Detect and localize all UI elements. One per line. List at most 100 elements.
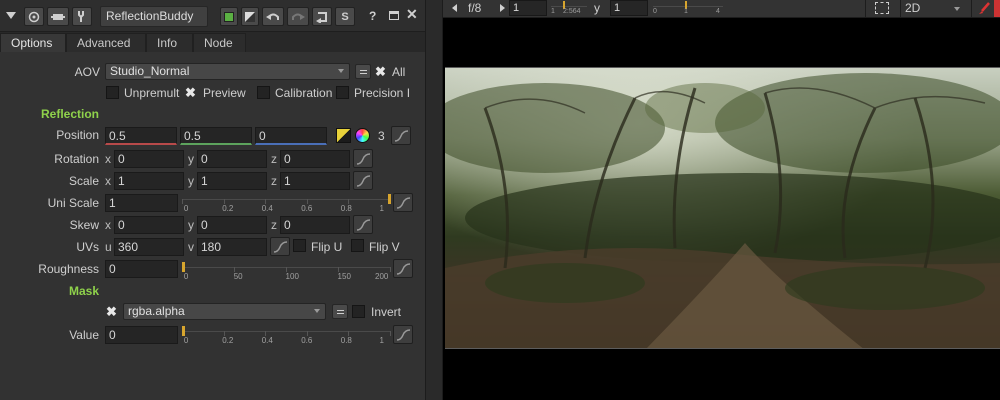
uni-scale-label: Uni Scale xyxy=(47,196,99,210)
roi-icon[interactable] xyxy=(875,2,889,14)
aov-link-button[interactable] xyxy=(355,64,371,79)
slider-knob[interactable] xyxy=(182,326,185,336)
toolbar-separator xyxy=(971,0,972,18)
tab-node[interactable]: Node xyxy=(193,33,246,52)
help-button[interactable]: ? xyxy=(369,9,376,23)
skew-curve-button[interactable] xyxy=(353,215,373,234)
s-button[interactable]: S xyxy=(335,7,355,26)
uvs-u-axis: u xyxy=(105,240,112,254)
close-icon[interactable]: ✕ xyxy=(406,6,418,23)
viewer-panel: f/8 1 1 2:564 y 1 0 1 4 2D xyxy=(443,0,1000,400)
tab-bar: Options Advanced Info Node xyxy=(0,32,425,52)
skew-z-field[interactable]: 0 xyxy=(280,216,350,234)
uni-scale-field[interactable]: 1 xyxy=(105,194,178,212)
tab-options[interactable]: Options xyxy=(0,33,66,52)
gain-field[interactable]: 1 xyxy=(509,0,547,16)
position-z-field[interactable]: 0 xyxy=(255,127,327,145)
collapse-arrow-icon[interactable] xyxy=(6,12,16,19)
mask-value-slider[interactable]: 0 0.2 0.4 0.6 0.8 1 xyxy=(182,326,391,346)
viewer-menu-grip-icon[interactable] xyxy=(994,0,1000,17)
position-label: Position xyxy=(56,128,99,142)
node-name-field[interactable]: ReflectionBuddy xyxy=(100,6,208,27)
mask-link-button[interactable] xyxy=(332,304,348,319)
scale-y-field[interactable]: 1 xyxy=(197,172,267,190)
toolbar-separator xyxy=(865,0,866,18)
curve-icon xyxy=(356,175,371,187)
roughness-field[interactable]: 0 xyxy=(105,260,178,278)
slider-knob[interactable] xyxy=(182,262,185,272)
gamma-field[interactable]: 1 xyxy=(610,0,648,16)
mask-enable-x-icon[interactable]: ✖ xyxy=(106,305,117,318)
invert-checkbox[interactable] xyxy=(352,305,365,318)
uni-scale-curve-button[interactable] xyxy=(393,193,413,212)
skew-y-field[interactable]: 0 xyxy=(197,216,267,234)
label-color-button[interactable] xyxy=(241,7,259,26)
flip-u-checkbox[interactable] xyxy=(293,239,306,252)
preview-checkbox-x-icon[interactable]: ✖ xyxy=(185,86,196,99)
center-node-button[interactable] xyxy=(24,7,44,26)
tab-advanced[interactable]: Advanced xyxy=(66,33,146,52)
uvs-u-field[interactable]: 360 xyxy=(114,238,184,256)
flip-v-checkbox[interactable] xyxy=(351,239,364,252)
curve-icon xyxy=(396,197,411,209)
fstop-left-arrow-icon[interactable] xyxy=(452,4,457,12)
invert-label: Invert xyxy=(371,305,402,319)
unpremult-checkbox[interactable] xyxy=(106,86,119,99)
skew-x-axis: x xyxy=(105,218,111,232)
curve-icon xyxy=(273,241,288,253)
panel-splitter[interactable] xyxy=(425,0,443,400)
roughness-slider[interactable]: 0 50 100 150 200 xyxy=(182,262,391,282)
scale-x-field[interactable]: 1 xyxy=(114,172,184,190)
redo-button[interactable] xyxy=(287,7,309,26)
chevron-down-icon xyxy=(338,69,344,73)
calibration-checkbox[interactable] xyxy=(257,86,270,99)
scale-x-axis: x xyxy=(105,174,111,188)
curve-icon xyxy=(394,130,409,142)
color-picker-icon[interactable] xyxy=(336,128,351,143)
roughness-curve-button[interactable] xyxy=(393,259,413,278)
fstop-label[interactable]: f/8 xyxy=(468,1,481,15)
mask-value-field[interactable]: 0 xyxy=(105,326,178,344)
uni-scale-slider[interactable]: 0 0.2 0.4 0.6 0.8 1 xyxy=(182,194,391,214)
rotation-y-field[interactable]: 0 xyxy=(197,150,267,168)
slider-tick-label: 200 xyxy=(374,272,389,281)
uvs-curve-button[interactable] xyxy=(270,237,290,256)
view-mode-dropdown[interactable]: 2D xyxy=(900,0,966,17)
mask-channel-dropdown[interactable]: rgba.alpha xyxy=(123,303,326,320)
y-slider[interactable]: 0 1 4 xyxy=(653,0,723,17)
uvs-v-field[interactable]: 180 xyxy=(197,238,267,256)
rotation-x-field[interactable]: 0 xyxy=(114,150,184,168)
float-window-icon[interactable] xyxy=(389,11,399,20)
position-x-field[interactable]: 0.5 xyxy=(105,127,177,145)
position-curve-button[interactable] xyxy=(391,126,411,145)
viewer-toolbar: f/8 1 1 2:564 y 1 0 1 4 2D xyxy=(443,0,1000,18)
wrench-button[interactable] xyxy=(72,7,92,26)
rotation-curve-button[interactable] xyxy=(353,149,373,168)
revert-button[interactable] xyxy=(312,7,332,26)
color-wheel-icon[interactable] xyxy=(355,128,370,143)
position-y-field[interactable]: 0.5 xyxy=(180,127,252,145)
mask-value-curve-button[interactable] xyxy=(393,325,413,344)
slider-tick-label: 0 xyxy=(653,8,657,15)
slider-tick-label: 50 xyxy=(233,272,243,281)
fstop-right-arrow-icon[interactable] xyxy=(500,4,505,12)
tab-info[interactable]: Info xyxy=(146,33,193,52)
skew-x-field[interactable]: 0 xyxy=(114,216,184,234)
precision-checkbox[interactable] xyxy=(336,86,349,99)
node-color-button[interactable] xyxy=(220,7,238,26)
slider-tick-label: 0.4 xyxy=(261,336,273,345)
view-mode-value: 2D xyxy=(905,1,921,15)
precision-label: Precision I xyxy=(354,86,411,100)
rotation-z-field[interactable]: 0 xyxy=(280,150,350,168)
scale-z-field[interactable]: 1 xyxy=(280,172,350,190)
preview-label: Preview xyxy=(203,86,246,100)
all-checkbox-x-icon[interactable]: ✖ xyxy=(375,65,386,78)
paint-brush-icon[interactable] xyxy=(978,2,990,15)
float-panel-button[interactable] xyxy=(47,7,69,26)
gamma-slider[interactable]: 1 2:564 xyxy=(551,0,587,17)
slider-knob[interactable] xyxy=(388,194,391,204)
scale-curve-button[interactable] xyxy=(353,171,373,190)
undo-button[interactable] xyxy=(262,7,284,26)
aov-dropdown[interactable]: Studio_Normal xyxy=(105,63,350,80)
slider-tick-label: 0 xyxy=(183,336,189,345)
